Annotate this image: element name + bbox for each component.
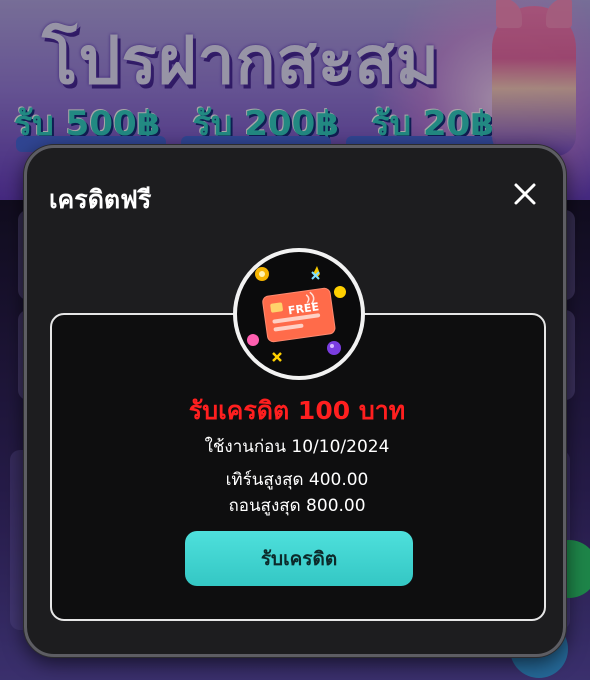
close-button[interactable] (505, 174, 545, 214)
reward-title: รับเครดิต 100 บาท (188, 396, 406, 425)
claim-credit-button[interactable]: รับเครดิต (185, 531, 413, 586)
credit-card-icon: FREE (247, 266, 346, 362)
expiry-text: ใช้งานก่อน 10/10/2024 (204, 437, 390, 457)
free-credit-icon-circle: FREE (233, 248, 365, 380)
close-icon (514, 183, 536, 205)
max-withdraw-text: ถอนสูงสุด 800.00 (228, 496, 366, 516)
modal-title: เครดิตฟรี (49, 185, 152, 214)
max-turnover-text: เทิร์นสูงสุด 400.00 (225, 470, 369, 490)
free-credit-modal: เครดิตฟรี FREE รับเครดิต 100 บาท ใช้งานก… (24, 145, 566, 657)
